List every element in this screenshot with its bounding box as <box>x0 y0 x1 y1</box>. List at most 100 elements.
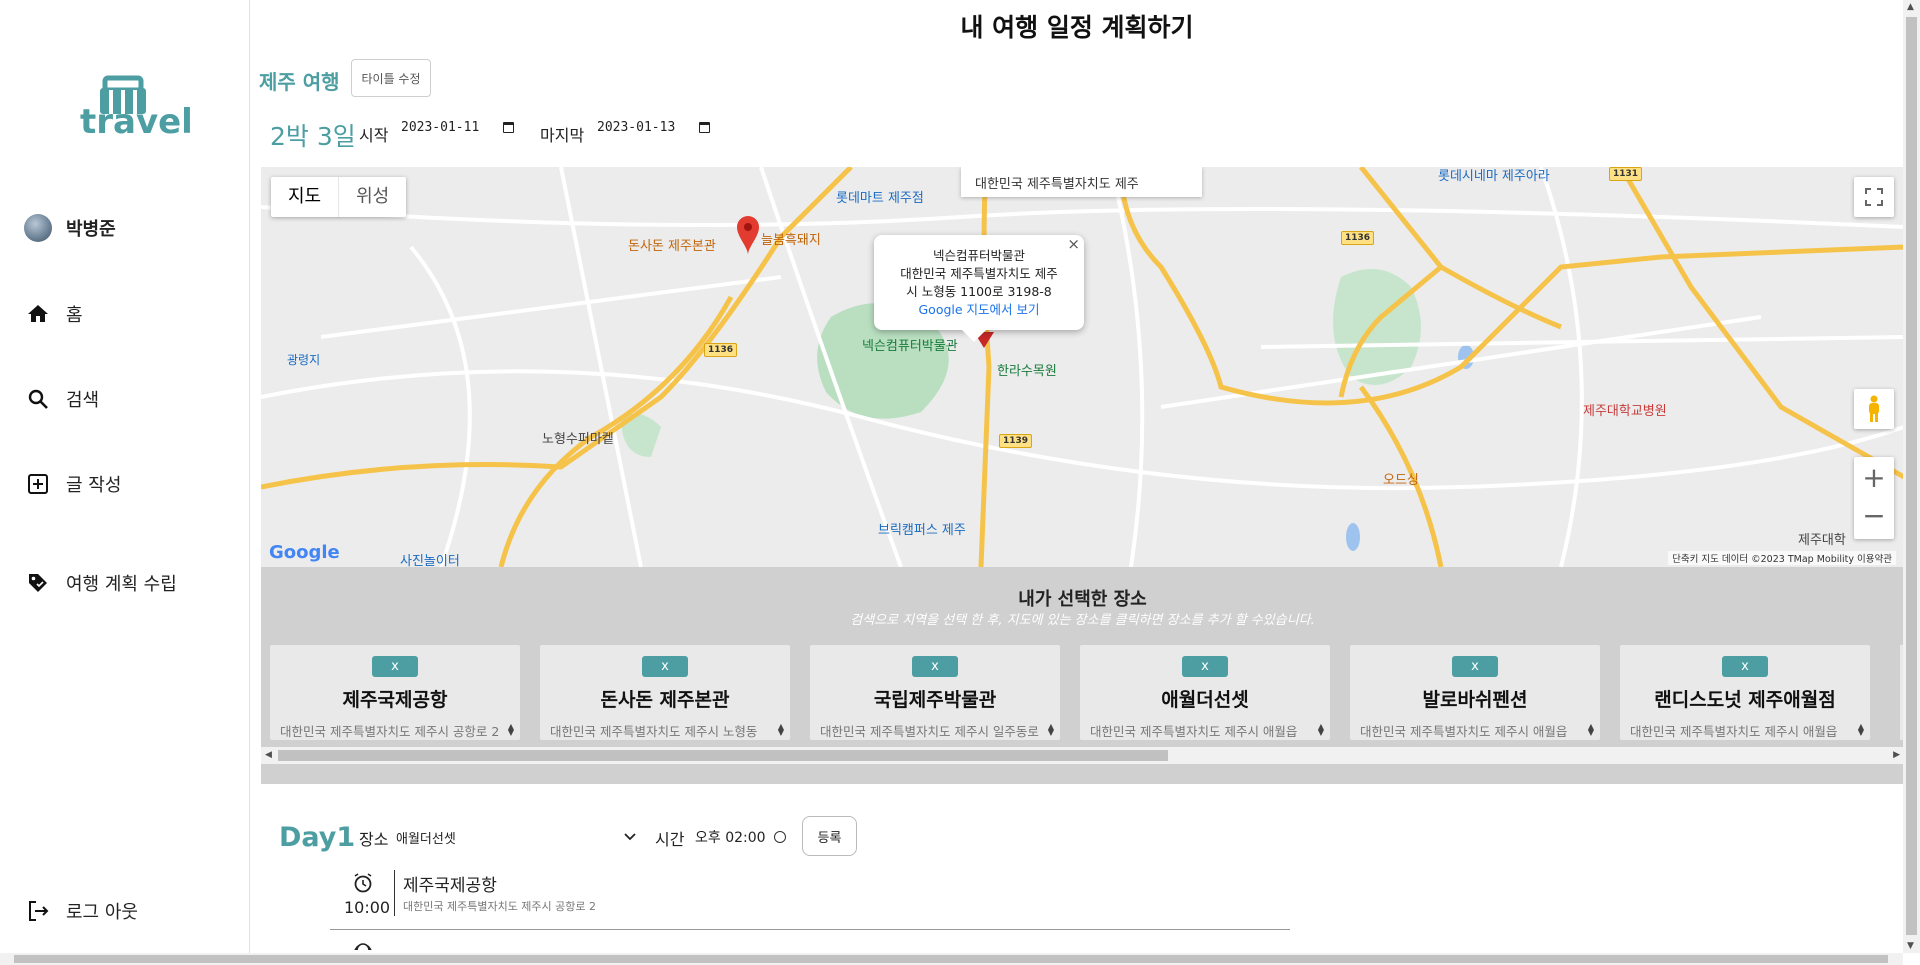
sidebar-item-plan[interactable]: 여행 계획 수립 <box>24 569 177 597</box>
sidebar-item-home[interactable]: 홈 <box>24 300 83 328</box>
schedule-divider <box>394 870 395 916</box>
place-card[interactable]: x 애월더선셋 대한민국 제주특별자치도 제주시 애월읍 ▲ ▼ <box>1080 645 1330 740</box>
map-label[interactable]: 광령지 <box>287 351 320 368</box>
scroll-right-icon[interactable]: ▶ <box>1893 750 1900 760</box>
map-type-satellite[interactable]: 위성 <box>338 177 406 217</box>
map-label[interactable]: 사진놀이터 <box>400 550 460 567</box>
map-label[interactable]: 돈사돈 제주본관 <box>628 235 716 254</box>
map-label[interactable]: 브릭캠퍼스 제주 <box>878 519 966 538</box>
info-google-link[interactable]: Google 지도에서 보기 <box>874 301 1084 319</box>
schedule-place-address: 대한민국 제주특별자치도 제주시 공항로 2 <box>403 900 597 913</box>
place-card-address: 대한민국 제주특별자치도 제주시 일주동로 <box>820 724 1039 739</box>
scroll-arrows-icon[interactable]: ▲ ▼ <box>1318 723 1324 737</box>
page-vertical-scrollbar[interactable]: ▲ ▼ <box>1903 0 1920 953</box>
zoom-in-button[interactable]: + <box>1862 457 1885 498</box>
schedule-item-partial <box>330 930 1290 950</box>
scroll-arrows-icon[interactable]: ▲ ▼ <box>1048 723 1054 737</box>
calendar-icon[interactable] <box>503 122 515 133</box>
title-edit-button[interactable]: 타이틀 수정 <box>351 59 431 97</box>
avatar <box>24 214 52 242</box>
map-label[interactable]: 넥슨컴퓨터박물관 <box>862 335 958 354</box>
schedule-place-name: 제주국제공항 <box>403 876 497 896</box>
end-date-field[interactable]: 2023-01-13 <box>597 120 711 135</box>
map-label[interactable]: 롯데시네마 제주아라 <box>1438 167 1550 184</box>
alarm-icon <box>354 943 372 950</box>
place-card-list[interactable]: x 제주국제공항 대한민국 제주특별자치도 제주시 공항로 2 ▲ ▼ x 돈사돈 제주본관… <box>270 645 1904 740</box>
place-card-name: 발로바쉬펜션 <box>1422 689 1528 711</box>
scroll-up-icon[interactable]: ▲ <box>1907 2 1914 12</box>
day-label: Day1 <box>279 822 356 853</box>
map-address-box: 대한민국 제주특별자치도 제주 <box>961 167 1202 197</box>
place-card-name: 랜디스도넛 제주애월점 <box>1654 689 1836 711</box>
google-map[interactable]: 지도 위성 대한민국 제주특별자치도 제주 롯데마트 제주점 롯데시네마 제주아… <box>261 167 1904 567</box>
time-label: 시간 <box>655 830 685 849</box>
fullscreen-button[interactable] <box>1854 177 1894 217</box>
remove-place-button[interactable]: x <box>1722 656 1768 677</box>
schedule-list: 10:00 제주국제공항 대한민국 제주특별자치도 제주시 공항로 2 <box>330 868 1290 950</box>
sidebar-item-search[interactable]: 검색 <box>24 385 99 413</box>
close-icon[interactable]: × <box>1067 235 1080 253</box>
sidebar-item-write[interactable]: 글 작성 <box>24 470 121 498</box>
start-date-label: 시작 <box>359 126 389 145</box>
info-address-line: 시 노형동 1100로 3198-8 <box>906 284 1052 299</box>
remove-place-button[interactable]: x <box>372 656 418 677</box>
schedule-item[interactable]: 10:00 제주국제공항 대한민국 제주특별자치도 제주시 공항로 2 <box>330 868 1290 930</box>
cards-scrollbar[interactable]: ◀ ▶ <box>261 747 1904 764</box>
map-type-map[interactable]: 지도 <box>271 177 338 217</box>
scroll-left-icon[interactable]: ◀ <box>265 750 272 760</box>
cards-scrollbar-thumb[interactable] <box>278 750 1168 761</box>
place-card[interactable]: x 제주국제공항 대한민국 제주특별자치도 제주시 공항로 2 ▲ ▼ <box>270 645 520 740</box>
remove-place-button[interactable]: x <box>912 656 958 677</box>
sidebar-item-label: 글 작성 <box>66 475 122 496</box>
map-label[interactable]: 오드싱 <box>1383 469 1419 488</box>
remove-place-button[interactable]: x <box>642 656 688 677</box>
scroll-arrows-icon[interactable]: ▲ ▼ <box>1588 723 1594 737</box>
place-select[interactable]: 애월더선셋 <box>396 826 636 848</box>
page-horizontal-scrollbar[interactable] <box>0 953 1903 965</box>
place-card-name: 애월더선셋 <box>1161 689 1249 711</box>
map-label[interactable]: 롯데마트 제주점 <box>836 187 924 206</box>
remove-place-button[interactable]: x <box>1182 656 1228 677</box>
logout-button[interactable]: 로그 아웃 <box>24 897 138 925</box>
calendar-icon[interactable] <box>699 122 711 133</box>
place-card[interactable]: x 돈사돈 제주본관 대한민국 제주특별자치도 제주시 노형동 ▲ ▼ <box>540 645 790 740</box>
scroll-arrows-icon[interactable]: ▲ ▼ <box>1858 723 1864 737</box>
selected-places-panel: 내가 선택한 장소 검색으로 지역을 선택 한 후, 지도에 있는 장소를 클릭… <box>261 567 1904 784</box>
place-card[interactable]: x 발로바쉬펜션 대한민국 제주특별자치도 제주시 애월읍 ▲ ▼ <box>1350 645 1600 740</box>
sidebar-item-label: 홈 <box>66 305 83 326</box>
sidebar-item-label: 검색 <box>66 390 100 411</box>
alarm-icon <box>354 873 372 893</box>
map-label[interactable]: 늘봄흑돼지 <box>761 229 821 248</box>
time-input[interactable]: 오후 02:00 <box>695 827 786 847</box>
vertical-scrollbar-thumb[interactable] <box>1906 17 1917 935</box>
scroll-arrows-icon[interactable]: ▲ ▼ <box>778 723 784 737</box>
end-date-value: 2023-01-13 <box>597 120 676 135</box>
map-label[interactable]: 한라수목원 <box>997 360 1057 379</box>
map-label[interactable]: 노형수퍼마켙 <box>542 428 614 447</box>
register-button[interactable]: 등록 <box>802 816 857 856</box>
scroll-down-icon[interactable]: ▼ <box>1907 941 1914 951</box>
clock-icon[interactable] <box>773 831 786 843</box>
google-logo[interactable]: Google <box>269 542 340 563</box>
place-card[interactable]: x 국립제주박물관대한민국 제주특별자치도 제주시 일주동로 ▲ ▼ <box>810 645 1060 740</box>
fullscreen-icon <box>1865 188 1883 206</box>
start-date-field[interactable]: 2023-01-11 <box>401 120 515 135</box>
remove-place-button[interactable]: x <box>1452 656 1498 677</box>
place-card-name: 국립제주박물관 <box>873 689 997 711</box>
map-label[interactable]: 제주대학교병원 <box>1583 400 1667 419</box>
trip-duration: 2박 3일 <box>270 122 356 151</box>
road-number: 1136 <box>1341 231 1375 245</box>
map-label[interactable]: 제주대학 <box>1798 529 1846 548</box>
sidebar-user[interactable]: 박병준 <box>24 214 116 242</box>
place-card[interactable]: x 랜디스도넛 제주애월점대한민국 제주특별자치도 제주시 애월읍 ▲ ▼ <box>1620 645 1870 740</box>
home-icon <box>24 300 52 328</box>
scroll-arrows-icon[interactable]: ▲ ▼ <box>508 723 514 737</box>
zoom-out-button[interactable]: − <box>1862 498 1885 539</box>
place-label: 장소 <box>359 830 389 849</box>
horizontal-scrollbar-thumb[interactable] <box>14 955 1888 963</box>
place-card-address: 대한민국 제주특별자치도 제주시 애월읍 <box>1630 724 1838 739</box>
pegman-icon <box>1869 395 1879 422</box>
road-number: 1131 <box>1609 167 1643 181</box>
street-view-button[interactable] <box>1854 389 1894 429</box>
logo-text[interactable]: travel <box>80 102 193 142</box>
